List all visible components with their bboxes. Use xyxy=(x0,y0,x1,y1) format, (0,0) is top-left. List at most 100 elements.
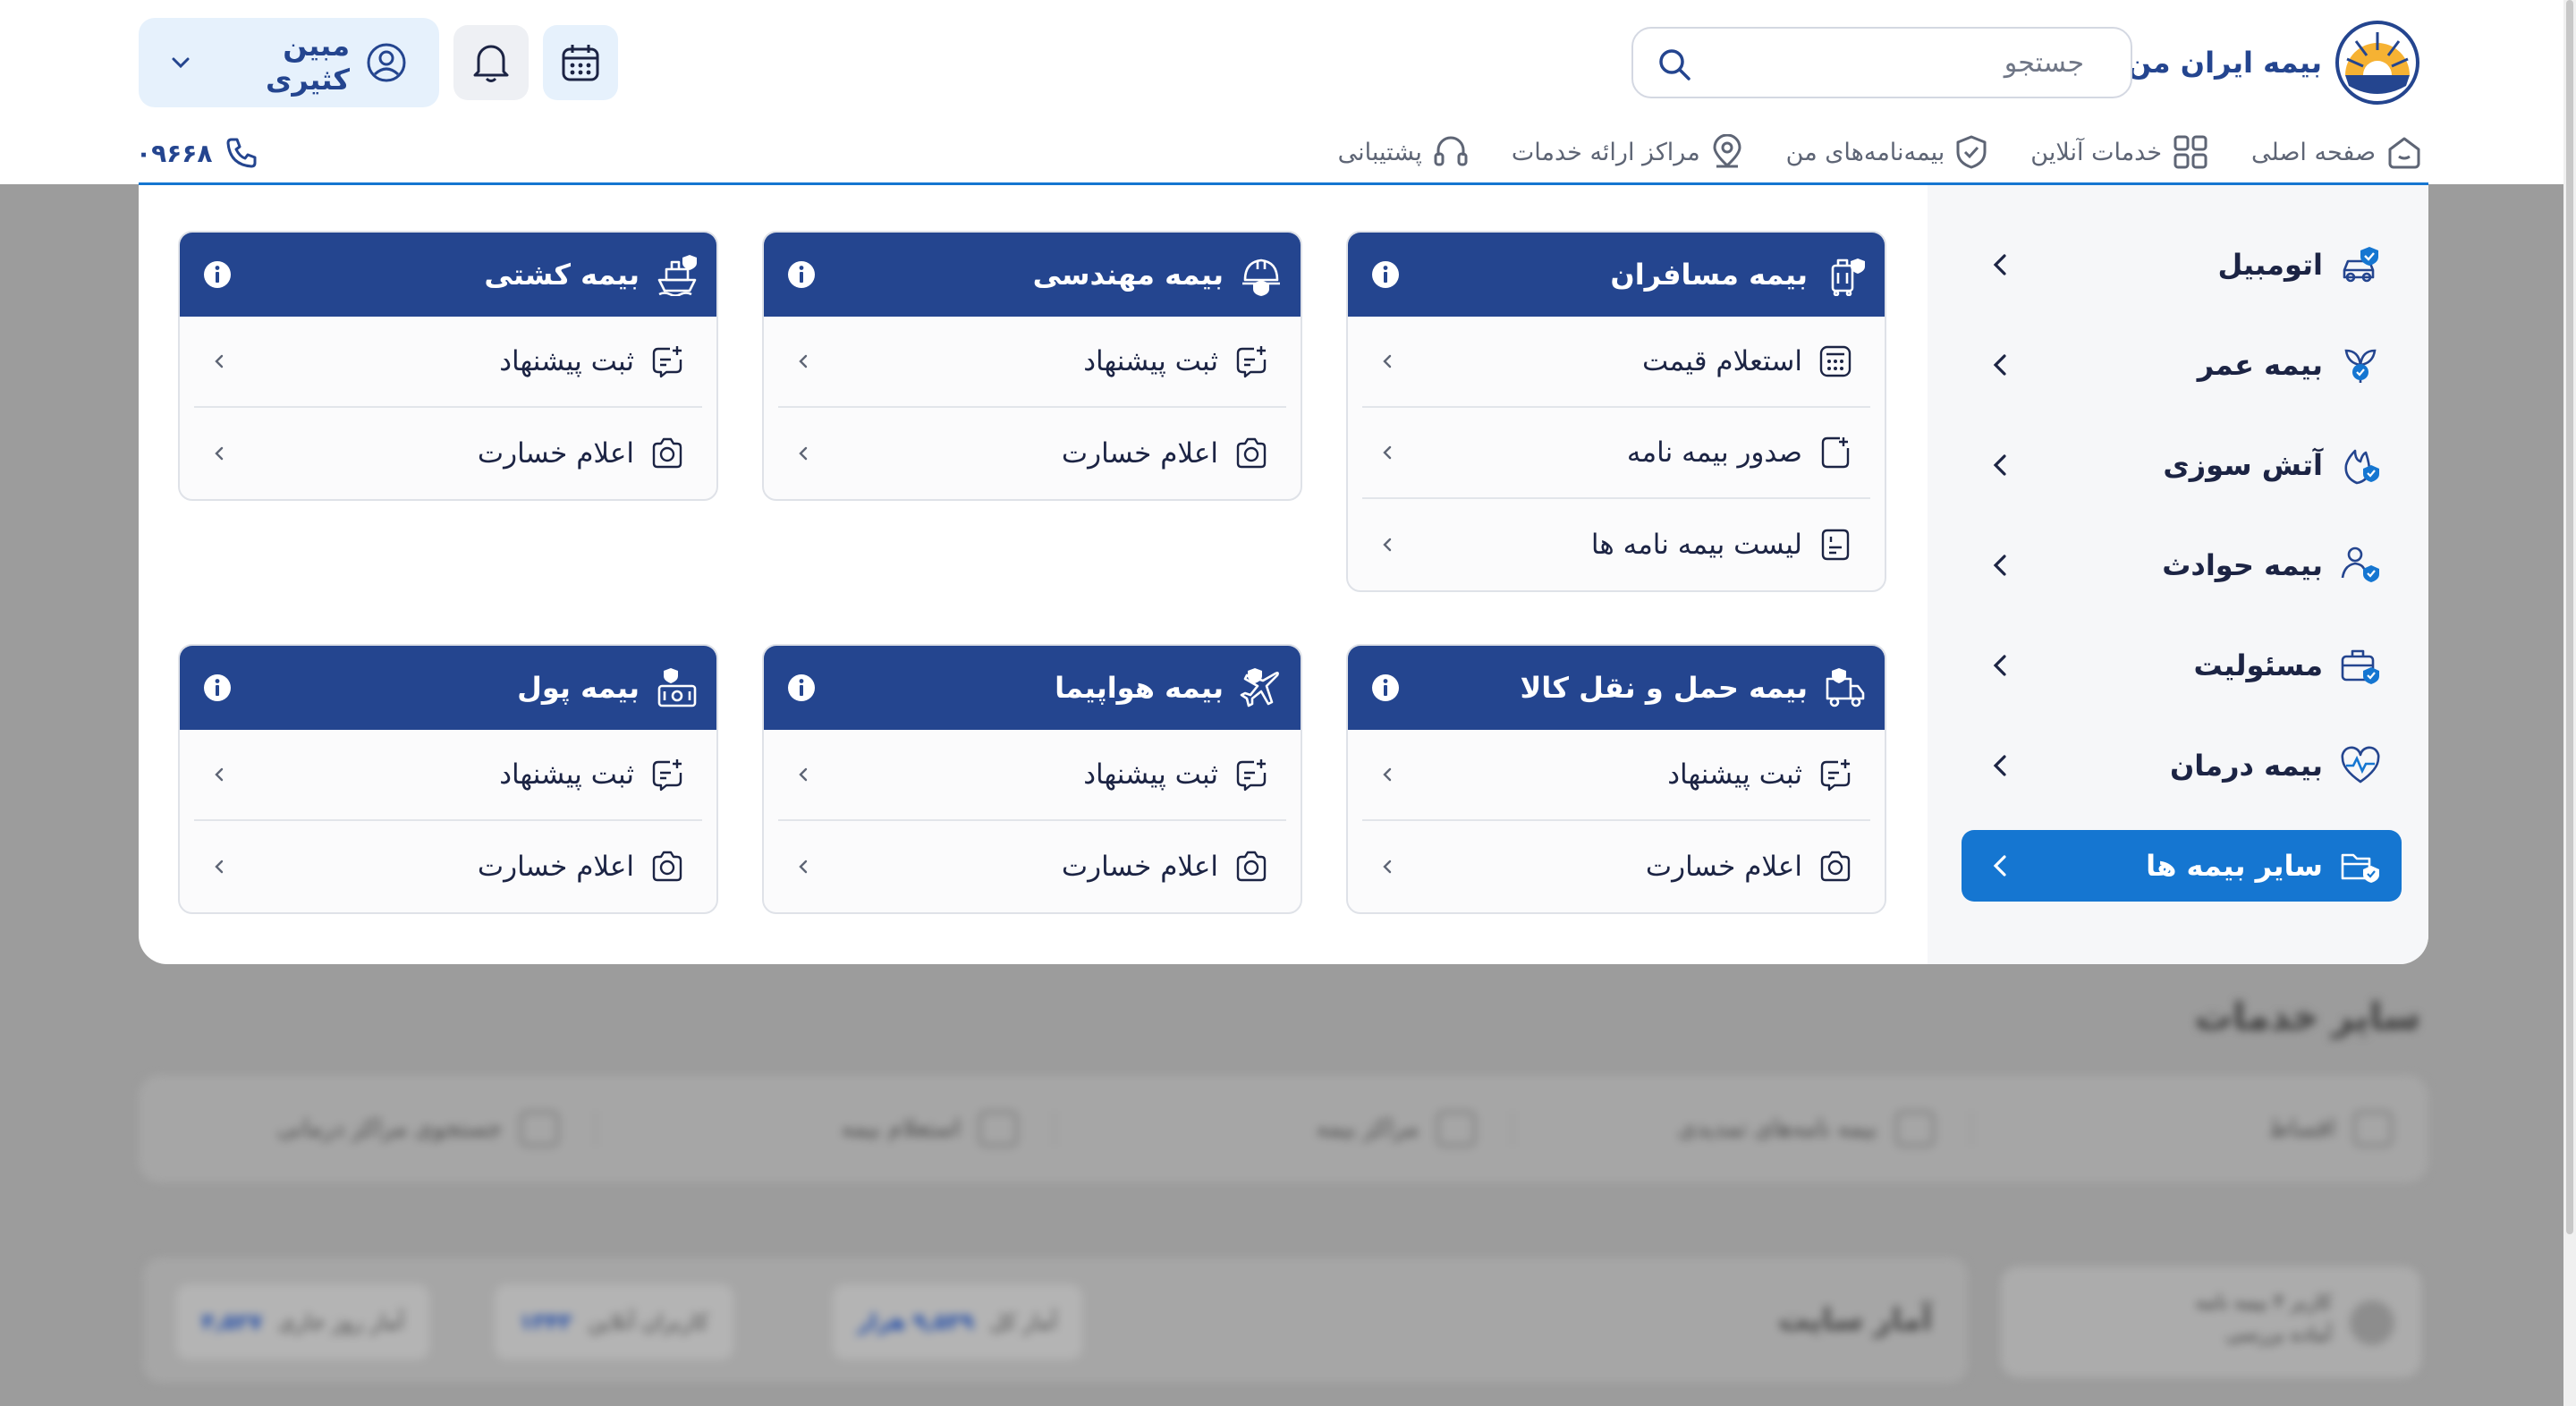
chevron-left-icon xyxy=(1992,453,2008,478)
category-item-car[interactable]: اتومبیل xyxy=(1962,229,2402,301)
card-header[interactable]: بیمه مهندسی xyxy=(764,233,1301,317)
page-scrollbar[interactable] xyxy=(2563,0,2576,1406)
category-item-liability[interactable]: مسئولیت xyxy=(1962,630,2402,701)
card-title: بیمه مسافران xyxy=(1610,258,1808,292)
scrollbar-thumb[interactable] xyxy=(2566,0,2573,1234)
card-row-submit-proposal[interactable]: ثبت پیشنهاد xyxy=(1362,730,1870,821)
info-icon[interactable] xyxy=(203,673,232,702)
card-row-issue-policy[interactable]: صدور بیمه نامه xyxy=(1362,408,1870,499)
service-item: استعلام بیمه xyxy=(595,1111,1053,1147)
row-label: صدور بیمه نامه xyxy=(1626,436,1802,469)
nav-item-home[interactable]: صفحه اصلی xyxy=(2251,135,2422,169)
location-icon xyxy=(1711,134,1743,170)
nav-item-my-policies[interactable]: بیمه‌نامه‌های من xyxy=(1786,134,1988,170)
card-row-report-claim[interactable]: اعلام خسارت xyxy=(194,408,702,499)
category-item-fire[interactable]: آتش سوزی xyxy=(1962,429,2402,501)
service-icon xyxy=(978,1111,1018,1147)
stat-label: کاربران آنلاین xyxy=(588,1309,708,1334)
chevron-left-icon xyxy=(798,445,809,462)
car-shield-icon xyxy=(2339,243,2382,286)
notifications-button[interactable] xyxy=(453,25,529,100)
airplane-icon xyxy=(1240,666,1283,709)
chat-plus-icon xyxy=(1234,758,1268,792)
category-item-health[interactable]: بیمه درمان xyxy=(1962,730,2402,801)
headset-icon xyxy=(1433,134,1469,170)
info-icon[interactable] xyxy=(203,260,232,289)
category-item-life[interactable]: بیمه عمر xyxy=(1962,329,2402,401)
search-box[interactable]: جستجو xyxy=(1631,27,2132,98)
card-header[interactable]: بیمه پول xyxy=(180,646,716,730)
card-row-price-inquiry[interactable]: استعلام قیمت xyxy=(1362,317,1870,408)
nav-item-online-services[interactable]: خدمات آنلاین xyxy=(2030,134,2208,170)
row-label: استعلام قیمت xyxy=(1642,345,1802,377)
calendar-button[interactable] xyxy=(543,25,618,100)
card-row-report-claim[interactable]: اعلام خسارت xyxy=(778,821,1286,912)
card-cargo-insurance: بیمه حمل و نقل کالا ثبت پیشنهاد اعلام خس… xyxy=(1346,644,1886,914)
nav-item-support[interactable]: پشتیبانی xyxy=(1338,134,1469,170)
card-row-submit-proposal[interactable]: ثبت پیشنهاد xyxy=(778,317,1286,408)
chat-plus-icon xyxy=(650,344,684,378)
stat-pill: آمار روز جاری ۴,۵۲۷ xyxy=(176,1284,429,1359)
row-label: ثبت پیشنهاد xyxy=(1083,345,1218,377)
insurance-mega-menu: اتومبیل بیمه عمر آتش سوزی بیمه حوادث مسئ… xyxy=(139,184,2428,964)
category-item-accidents[interactable]: بیمه حوادث xyxy=(1962,529,2402,601)
card-row-submit-proposal[interactable]: ثبت پیشنهاد xyxy=(194,730,702,821)
service-icon xyxy=(1894,1111,1935,1147)
card-row-submit-proposal[interactable]: ثبت پیشنهاد xyxy=(194,317,702,408)
stat-value: ۴,۵۲۷ xyxy=(201,1309,263,1334)
info-icon[interactable] xyxy=(787,673,816,702)
info-icon[interactable] xyxy=(1371,260,1400,289)
camera-icon xyxy=(1234,850,1268,884)
card-row-report-claim[interactable]: اعلام خسارت xyxy=(778,408,1286,499)
row-label: ثبت پیشنهاد xyxy=(499,758,634,791)
category-label: مسئولیت xyxy=(2193,648,2323,682)
search-icon[interactable] xyxy=(1657,47,1692,82)
row-label: اعلام خسارت xyxy=(477,437,634,470)
stat-label: آمار کل xyxy=(989,1309,1057,1334)
luggage-icon xyxy=(1824,253,1867,296)
card-title: بیمه پول xyxy=(517,671,640,705)
row-label: اعلام خسارت xyxy=(1061,851,1218,883)
info-icon[interactable] xyxy=(1371,673,1400,702)
service-item: بیمه نامه‌های تمدیدی xyxy=(1512,1111,1970,1147)
calculator-icon xyxy=(1818,344,1852,378)
search-input[interactable]: جستجو xyxy=(1655,47,2084,79)
category-label: آتش سوزی xyxy=(2163,448,2323,482)
doc-plus-icon xyxy=(1818,436,1852,470)
category-label: سایر بیمه ها xyxy=(2146,849,2323,883)
plant-icon xyxy=(2339,343,2382,386)
chevron-left-icon xyxy=(1992,653,2008,678)
chevron-left-icon xyxy=(1992,753,2008,778)
card-row-report-claim[interactable]: اعلام خسارت xyxy=(1362,821,1870,912)
user-menu-button[interactable]: مبین کثیری xyxy=(139,18,439,107)
grid-icon xyxy=(2173,134,2208,170)
home-icon xyxy=(2386,135,2422,169)
logo-text: بیمه ایران من xyxy=(2127,46,2322,80)
category-label: اتومبیل xyxy=(2217,248,2323,282)
card-header[interactable]: بیمه کشتی xyxy=(180,233,716,317)
nav-label: بیمه‌نامه‌های من xyxy=(1785,138,1945,166)
nav-label: پشتیبانی xyxy=(1337,138,1422,166)
info-icon[interactable] xyxy=(787,260,816,289)
card-engineering-insurance: بیمه مهندسی ثبت پیشنهاد اعلام خسارت xyxy=(762,231,1302,501)
support-phone[interactable]: ۰۹۶۶۸ xyxy=(136,136,258,170)
nav-item-service-centers[interactable]: مراکز ارائه خدمات xyxy=(1512,134,1743,170)
site-logo[interactable]: بیمه ایران من xyxy=(2127,20,2420,106)
main-nav: صفحه اصلی خدمات آنلاین بیمه‌نامه‌های من … xyxy=(1338,134,2422,170)
category-label: بیمه درمان xyxy=(2169,749,2323,783)
card-header[interactable]: بیمه هواپیما xyxy=(764,646,1301,730)
service-item: جستجوی مراکز درمانی xyxy=(139,1111,595,1147)
chevron-left-icon xyxy=(214,858,225,876)
card-row-report-claim[interactable]: اعلام خسارت xyxy=(194,821,702,912)
chevron-left-icon xyxy=(1992,352,2008,377)
card-header[interactable]: بیمه حمل و نقل کالا xyxy=(1348,646,1885,730)
category-item-other[interactable]: سایر بیمه ها xyxy=(1962,830,2402,902)
chevron-left-icon xyxy=(214,445,225,462)
card-row-submit-proposal[interactable]: ثبت پیشنهاد xyxy=(778,730,1286,821)
row-label: ثبت پیشنهاد xyxy=(1083,758,1218,791)
card-header[interactable]: بیمه مسافران xyxy=(1348,233,1885,317)
card-money-insurance: بیمه پول ثبت پیشنهاد اعلام خسارت xyxy=(178,644,718,914)
category-label: بیمه عمر xyxy=(2197,348,2323,382)
card-row-policy-list[interactable]: لیست بیمه نامه ها xyxy=(1362,499,1870,590)
stat-pill: کاربران آنلاین ۱۳۴۳ xyxy=(494,1284,733,1359)
